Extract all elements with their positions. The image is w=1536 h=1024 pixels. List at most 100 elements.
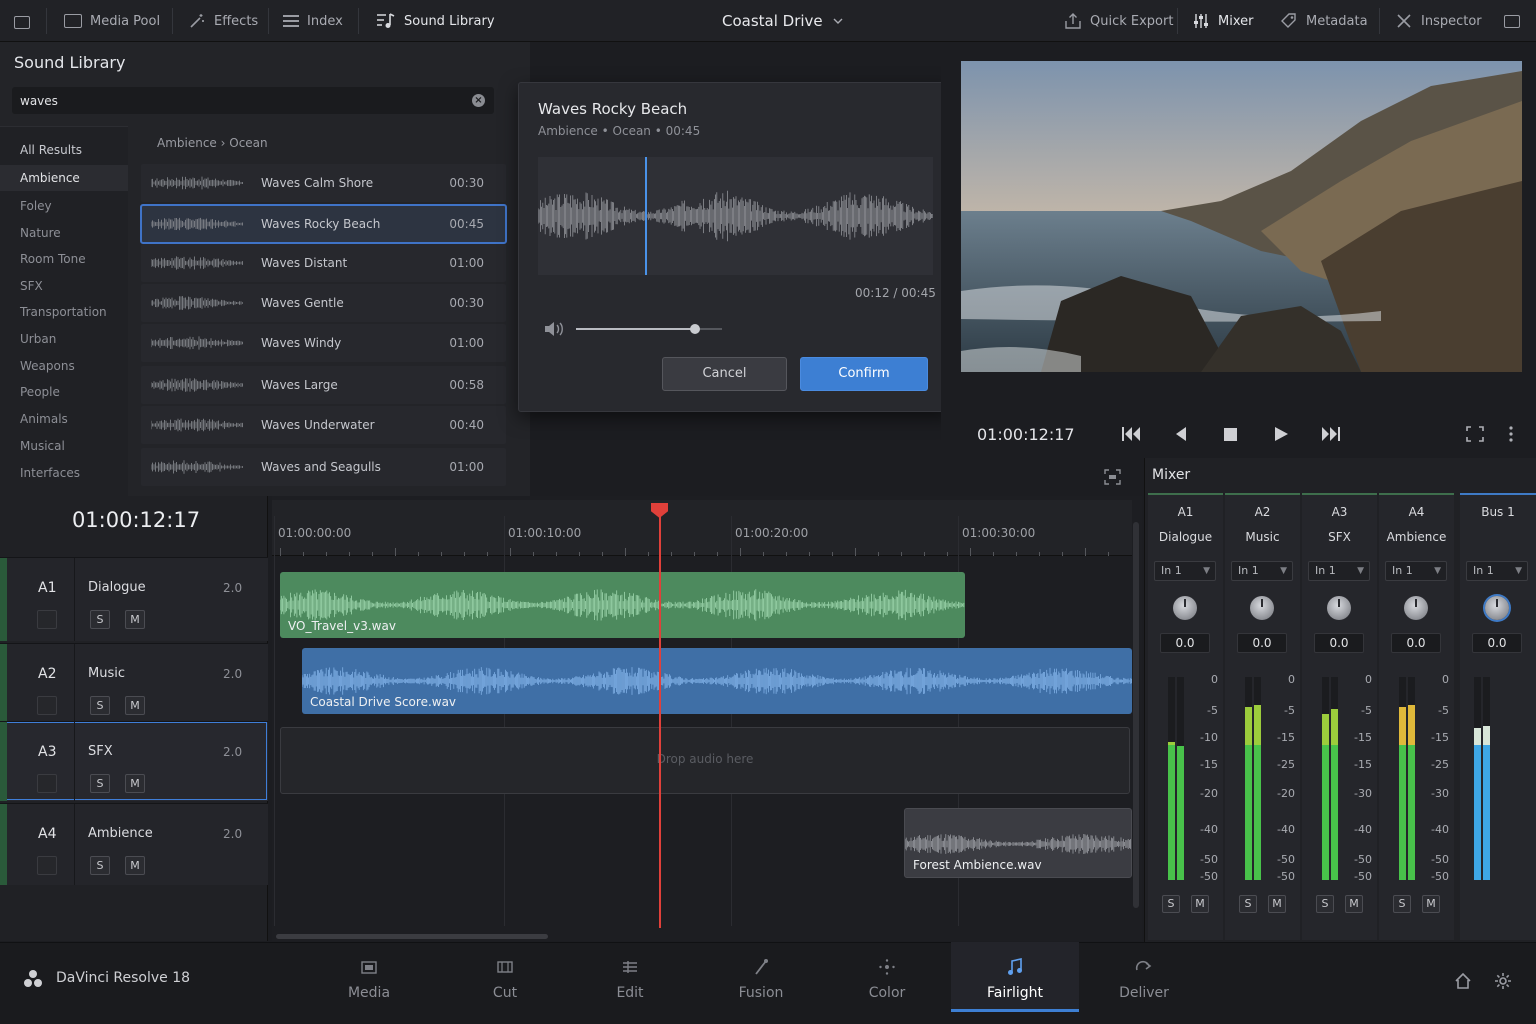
strip-mute-button[interactable]: M	[1345, 895, 1363, 913]
strip-mute-button[interactable]: M	[1268, 895, 1286, 913]
input-select[interactable]: In 1 ▼	[1308, 561, 1370, 581]
playhead-line[interactable]	[659, 508, 661, 928]
quick-export-button[interactable]: Quick Export	[1064, 0, 1173, 42]
page-tab-edit[interactable]: Edit	[566, 942, 694, 1012]
category-weapons[interactable]: Weapons	[0, 353, 128, 379]
clear-search-icon[interactable]: ×	[472, 94, 485, 107]
search-input[interactable]	[12, 87, 462, 114]
track-lock-icon[interactable]	[37, 610, 57, 629]
volume-slider-handle[interactable]	[690, 324, 700, 334]
video-frame[interactable]	[961, 61, 1522, 372]
fader-value[interactable]: 0.0	[1391, 633, 1441, 653]
track-header-a4[interactable]: A4 Ambience 2.0 S M	[0, 803, 268, 885]
strip-solo-button[interactable]: S	[1162, 895, 1180, 913]
result-row[interactable]: Waves Rocky Beach 00:45	[140, 204, 507, 244]
settings-gear-icon[interactable]	[1494, 972, 1512, 990]
preview-waveform[interactable]	[537, 157, 934, 275]
mute-button[interactable]: M	[125, 696, 145, 715]
solo-button[interactable]: S	[90, 856, 110, 875]
track-header-a3[interactable]: A3 SFX 2.0 S M	[0, 721, 268, 801]
mute-button[interactable]: M	[125, 774, 145, 793]
result-row[interactable]: Waves Underwater 00:40	[141, 406, 506, 444]
volume-icon[interactable]	[543, 320, 565, 338]
strip-mute-button[interactable]: M	[1191, 895, 1209, 913]
page-tab-media[interactable]: Media	[305, 942, 433, 1012]
pan-knob[interactable]	[1173, 596, 1197, 620]
play-icon[interactable]	[1270, 424, 1292, 444]
fader-value[interactable]: 0.0	[1472, 633, 1522, 653]
strip-solo-button[interactable]: S	[1393, 895, 1411, 913]
go-to-end-icon[interactable]	[1320, 424, 1342, 444]
horizontal-scrollbar[interactable]	[276, 934, 548, 939]
fader-value[interactable]: 0.0	[1237, 633, 1287, 653]
clip-a2[interactable]: Coastal Drive Score.wav	[302, 648, 1132, 714]
fader-value[interactable]: 0.0	[1160, 633, 1210, 653]
mute-button[interactable]: M	[125, 856, 145, 875]
category-animals[interactable]: Animals	[0, 406, 128, 432]
input-select[interactable]: In 1 ▼	[1385, 561, 1447, 581]
pan-knob[interactable]	[1485, 596, 1509, 620]
panel-toggle-icon[interactable]	[14, 0, 30, 42]
category-interfaces[interactable]: Interfaces	[0, 460, 128, 486]
mixer-button[interactable]: Mixer	[1192, 0, 1253, 42]
category-room-tone[interactable]: Room Tone	[0, 246, 128, 272]
preview-playhead[interactable]	[645, 157, 647, 275]
track-header-a2[interactable]: A2 Music 2.0 S M	[0, 643, 268, 721]
track-lock-icon[interactable]	[37, 856, 57, 875]
pan-knob[interactable]	[1250, 596, 1274, 620]
index-button[interactable]: Index	[283, 0, 343, 42]
clip-a1[interactable]: VO_Travel_v3.wav	[280, 572, 965, 638]
fader-value[interactable]: 0.0	[1314, 633, 1364, 653]
result-row[interactable]: Waves Windy 01:00	[141, 324, 506, 362]
go-to-start-icon[interactable]	[1120, 424, 1142, 444]
category-ambience[interactable]: Ambience	[0, 165, 128, 191]
metadata-button[interactable]: Metadata	[1280, 0, 1368, 42]
step-back-icon[interactable]	[1170, 424, 1192, 444]
page-tab-deliver[interactable]: Deliver	[1080, 942, 1208, 1012]
pan-knob[interactable]	[1404, 596, 1428, 620]
category-urban[interactable]: Urban	[0, 326, 128, 352]
mute-button[interactable]: M	[125, 610, 145, 629]
category-musical[interactable]: Musical	[0, 433, 128, 459]
cancel-button[interactable]: Cancel	[662, 357, 787, 391]
category-all-results[interactable]: All Results	[0, 137, 128, 163]
page-tab-cut[interactable]: Cut	[441, 942, 569, 1012]
project-title-dropdown[interactable]: Coastal Drive	[722, 0, 845, 42]
result-row[interactable]: Waves Gentle 00:30	[141, 284, 506, 322]
media-pool-button[interactable]: Media Pool	[64, 0, 160, 42]
track-lock-icon[interactable]	[37, 774, 57, 793]
page-tab-color[interactable]: Color	[823, 942, 951, 1012]
track-lock-icon[interactable]	[37, 696, 57, 715]
solo-button[interactable]: S	[90, 610, 110, 629]
strip-solo-button[interactable]: S	[1239, 895, 1257, 913]
solo-button[interactable]: S	[90, 774, 110, 793]
timeline-options-icon[interactable]	[1104, 469, 1122, 485]
result-row[interactable]: Waves and Seagulls 01:00	[141, 448, 506, 486]
sound-library-button[interactable]: Sound Library	[376, 0, 495, 42]
inspector-button[interactable]: Inspector	[1395, 0, 1482, 42]
category-transportation[interactable]: Transportation	[0, 299, 128, 325]
stop-icon[interactable]	[1220, 424, 1242, 444]
category-foley[interactable]: Foley	[0, 193, 128, 219]
confirm-button[interactable]: Confirm	[800, 357, 928, 391]
result-row[interactable]: Waves Distant 01:00	[141, 244, 506, 282]
strip-mute-button[interactable]: M	[1422, 895, 1440, 913]
category-people[interactable]: People	[0, 379, 128, 405]
home-icon[interactable]	[1454, 972, 1472, 990]
page-tab-fairlight[interactable]: Fairlight	[951, 942, 1079, 1012]
input-select[interactable]: In 1 ▼	[1466, 561, 1528, 581]
clip-a4[interactable]: Forest Ambience.wav	[904, 808, 1132, 878]
result-row[interactable]: Waves Calm Shore 00:30	[141, 164, 506, 202]
input-select[interactable]: In 1 ▼	[1231, 561, 1293, 581]
page-tab-fusion[interactable]: Fusion	[697, 942, 825, 1012]
strip-solo-button[interactable]: S	[1316, 895, 1334, 913]
vertical-scrollbar[interactable]	[1133, 522, 1139, 908]
category-sfx[interactable]: SFX	[0, 273, 128, 299]
effects-button[interactable]: Effects	[188, 0, 258, 42]
result-row[interactable]: Waves Large 00:58	[141, 366, 506, 404]
category-nature[interactable]: Nature	[0, 220, 128, 246]
solo-button[interactable]: S	[90, 696, 110, 715]
input-select[interactable]: In 1 ▼	[1154, 561, 1216, 581]
pan-knob[interactable]	[1327, 596, 1351, 620]
more-options-icon[interactable]	[1500, 424, 1522, 444]
